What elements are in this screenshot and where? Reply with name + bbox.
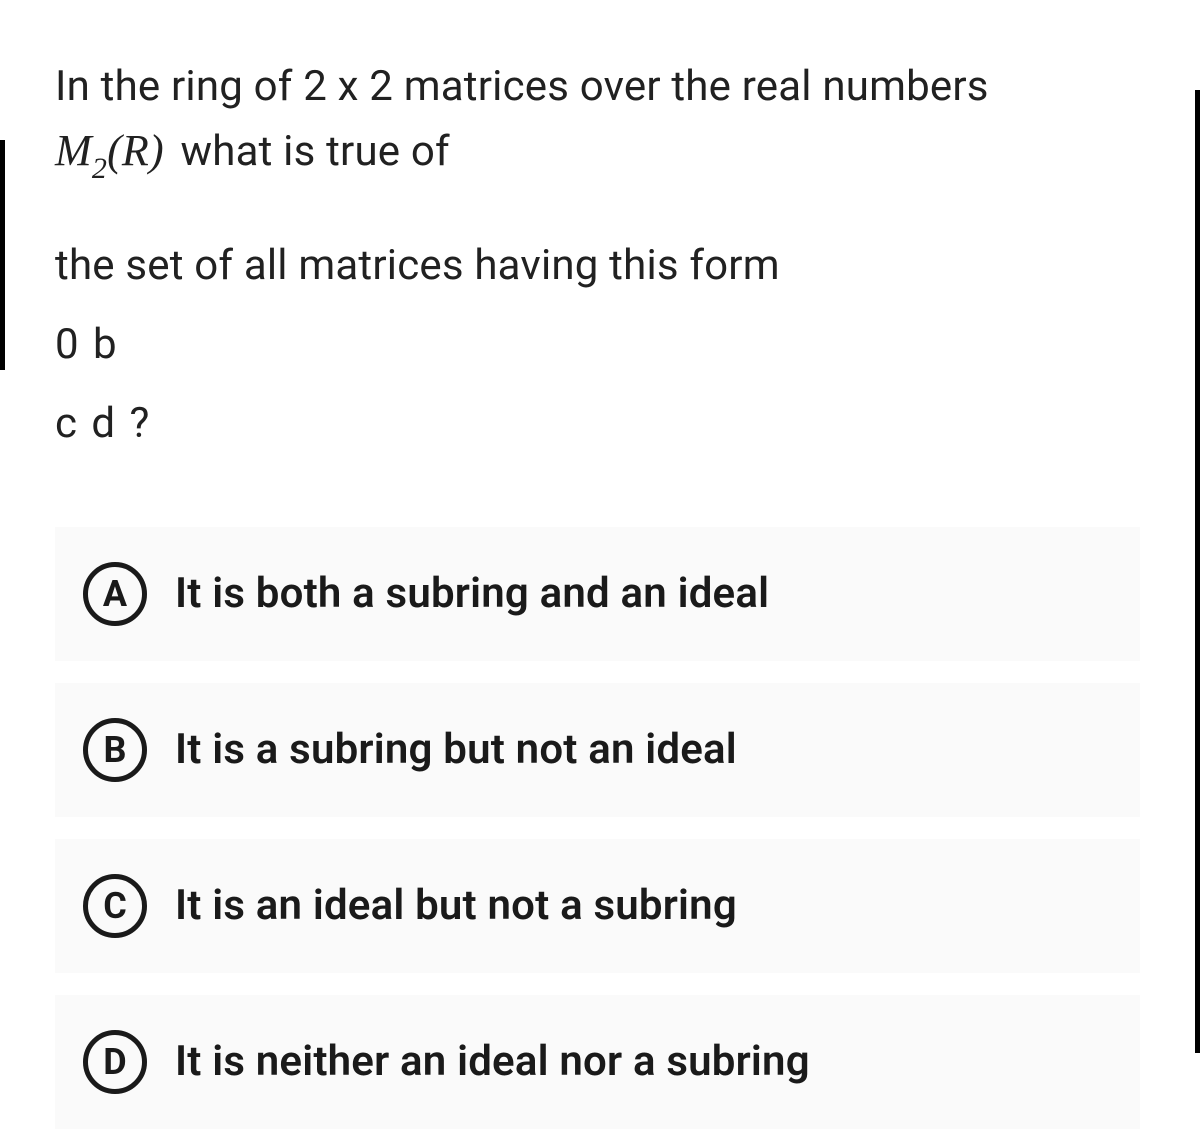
option-text: It is both a subring and an ideal <box>175 569 769 618</box>
question-container: In the ring of 2 x 2 matrices over the r… <box>0 0 1200 1129</box>
matrix-row-1: 0 b <box>55 313 1140 376</box>
option-text: It is a subring but not an ideal <box>175 725 737 774</box>
question-math-suffix-line: M2(R) what is true of <box>55 127 450 176</box>
question-line-2: the set of all matrices having this form <box>55 234 1140 297</box>
right-vertical-rule <box>1195 90 1200 1053</box>
math-expression: M2(R) <box>55 126 170 175</box>
option-letter-badge: A <box>83 562 147 626</box>
option-c[interactable]: C It is an ideal but not a subring <box>55 839 1140 973</box>
option-text: It is an ideal but not a subring <box>175 881 737 930</box>
option-letter-badge: D <box>83 1030 147 1094</box>
question-stem: In the ring of 2 x 2 matrices over the r… <box>55 55 1140 455</box>
option-d[interactable]: D It is neither an ideal nor a subring <box>55 995 1140 1129</box>
option-letter-badge: B <box>83 718 147 782</box>
question-line1-suffix: what is true of <box>170 127 450 176</box>
option-letter-badge: C <box>83 874 147 938</box>
answer-options: A It is both a subring and an ideal B It… <box>55 527 1140 1129</box>
option-a[interactable]: A It is both a subring and an ideal <box>55 527 1140 661</box>
question-line-1: In the ring of 2 x 2 matrices over the r… <box>55 55 1140 118</box>
left-vertical-rule <box>0 140 5 370</box>
option-text: It is neither an ideal nor a subring <box>175 1037 810 1086</box>
matrix-row-2: c d ? <box>55 392 1140 455</box>
option-b[interactable]: B It is a subring but not an ideal <box>55 683 1140 817</box>
